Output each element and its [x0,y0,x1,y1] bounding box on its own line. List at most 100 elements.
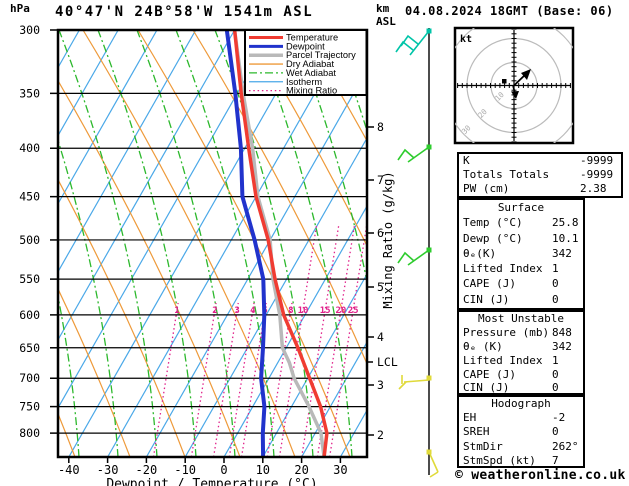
mixing-ratio-line [190,302,217,458]
index-label: SREH [463,425,490,439]
index-value: 0 [552,381,559,395]
indices-section-title: Surface [497,201,545,214]
wind-barb [429,471,439,478]
wind-barb [395,40,414,53]
km-label: km [376,2,390,15]
pressure-tick-label: 400 [19,141,40,155]
index-row: Temp (°C) 25.8 [459,215,583,230]
pressure-tick-label: 450 [19,190,40,204]
index-label: Pressure (mb) [463,325,550,339]
lcl-label: LCL [377,355,398,369]
mixing-ratio-axis-label: Mixing Ratio (g/kg) [381,171,395,308]
temp-tick-label: 0 [220,463,227,477]
index-value: 848 [552,325,572,339]
credit-footer: © weatheronline.co.uk [455,468,626,483]
index-value: 2.38 [580,182,607,196]
index-value: 0 [552,425,559,439]
pressure-tick-label: 300 [19,23,40,37]
index-row: CAPE (J) 0 [459,276,583,291]
index-row: Lifted Index 1 [459,354,583,368]
index-label: CIN (J) [463,292,510,306]
index-row: Lifted Index 1 [459,261,583,276]
wind-barb [398,375,407,390]
isotherm-line [0,30,2,457]
index-label: PW (cm) [463,182,510,196]
temp-tick-label: -30 [97,463,119,477]
index-row: Dewp (°C) 10.1 [459,231,583,246]
index-value: 1 [552,353,559,367]
km-tick-label: 2 [377,428,384,442]
index-row: CAPE (J) 0 [459,368,583,382]
temp-tick-label: -40 [58,463,80,477]
index-row: SREH 0 [459,425,583,439]
temp-tick-label: 30 [333,463,347,477]
indices-box-stability: K -9999 Totals Totals -9999 PW (cm) 2.38 [457,152,623,198]
wind-barb [403,379,430,383]
index-row: Pressure (mb) 848 [459,326,583,340]
index-row: StmDir 262° [459,440,583,454]
index-label: Dewp (°C) [463,231,523,245]
mixing-ratio-line [301,224,340,458]
index-value: -9999 [580,168,614,182]
legend: TemperatureDewpointParcel TrajectoryDry … [244,29,368,96]
index-label: Temp (°C) [463,216,523,230]
index-value: -2 [552,411,566,425]
wind-barb-column [395,28,439,478]
index-label: CIN (J) [463,381,510,395]
index-value: 7 [552,453,559,467]
skewt-sounding-screenshot: 1 2 3 4 5 8 10 15 20 25 300 350 400 450 500 550 600 650 70… [0,0,629,486]
pressure-tick-label: 500 [19,233,40,247]
hodograph-point-marker [502,79,507,84]
hodograph-unit-label: kt [460,34,472,45]
index-value: 342 [552,339,572,353]
index-value: 262° [552,439,579,453]
index-label: K [463,154,470,167]
asl-label: ASL [376,15,396,28]
index-value: 0 [552,292,559,306]
index-value: 0 [552,367,559,381]
index-value: 0 [552,277,559,291]
pressure-tick-label: 650 [19,341,40,355]
index-label: EH [463,411,477,425]
temp-tick-label: 10 [256,463,270,477]
wind-barb [428,451,439,473]
index-label: Lifted Index [463,262,543,276]
pressure-tick-label: 700 [19,371,40,385]
legend-label: Mixing Ratio [286,86,337,96]
indices-section-title: Hodograph [491,397,551,410]
indices-box-surface: Surface Temp (°C) 25.8 Dewp (°C) 10.1 θₑ(K) 34… [457,198,585,310]
wind-barb [409,30,430,56]
indices-box-hodograph: Hodograph EH -2 SREH 0 StmDir 262° StmSpd (kt) 7 [457,395,585,468]
index-value: 342 [552,246,572,260]
pressure-tick-label: 550 [19,272,40,286]
index-row: θₑ (K) 342 [459,340,583,354]
temp-tick-label: 20 [294,463,308,477]
dry-adiabat-line [58,79,241,457]
dry-adiabat-line [578,30,629,457]
indices-section-title: Most Unstable [477,312,565,325]
index-label: StmDir [463,439,503,453]
dry-adiabat-line [0,30,20,457]
index-value: 10.1 [552,231,579,245]
index-row: θₑ(K) 342 [459,246,583,261]
pressure-unit-label: hPa [10,2,30,15]
x-axis-title: Dewpoint / Temperature (°C) [106,477,317,486]
mixing-ratio-line [328,224,368,458]
pressure-tick-label: 350 [19,86,40,100]
km-tick-label: 8 [377,120,384,134]
index-row: Totals Totals -9999 [459,168,621,182]
index-label: CAPE (J) [463,367,516,381]
datetime-label: 04.08.2024 18GMT (Base: 06) [405,4,614,18]
index-row: CIN (J) 0 [459,381,583,395]
pressure-tick-label: 800 [19,426,40,440]
station-title: 40°47'N 24B°58'W 1541m ASL [55,4,314,20]
temp-tick-label: -10 [174,463,196,477]
mixing-ratio-line [212,302,239,458]
indices-box-most-unstable: Most Unstable Pressure (mb) 848 θₑ (K) 342 Li… [457,310,585,395]
index-row: K -9999 [459,154,621,168]
index-label: CAPE (J) [463,277,516,291]
index-value: 25.8 [552,216,579,230]
index-value: 1 [552,262,559,276]
index-label: θₑ (K) [463,339,503,353]
index-row: StmSpd (kt) 7 [459,454,583,468]
